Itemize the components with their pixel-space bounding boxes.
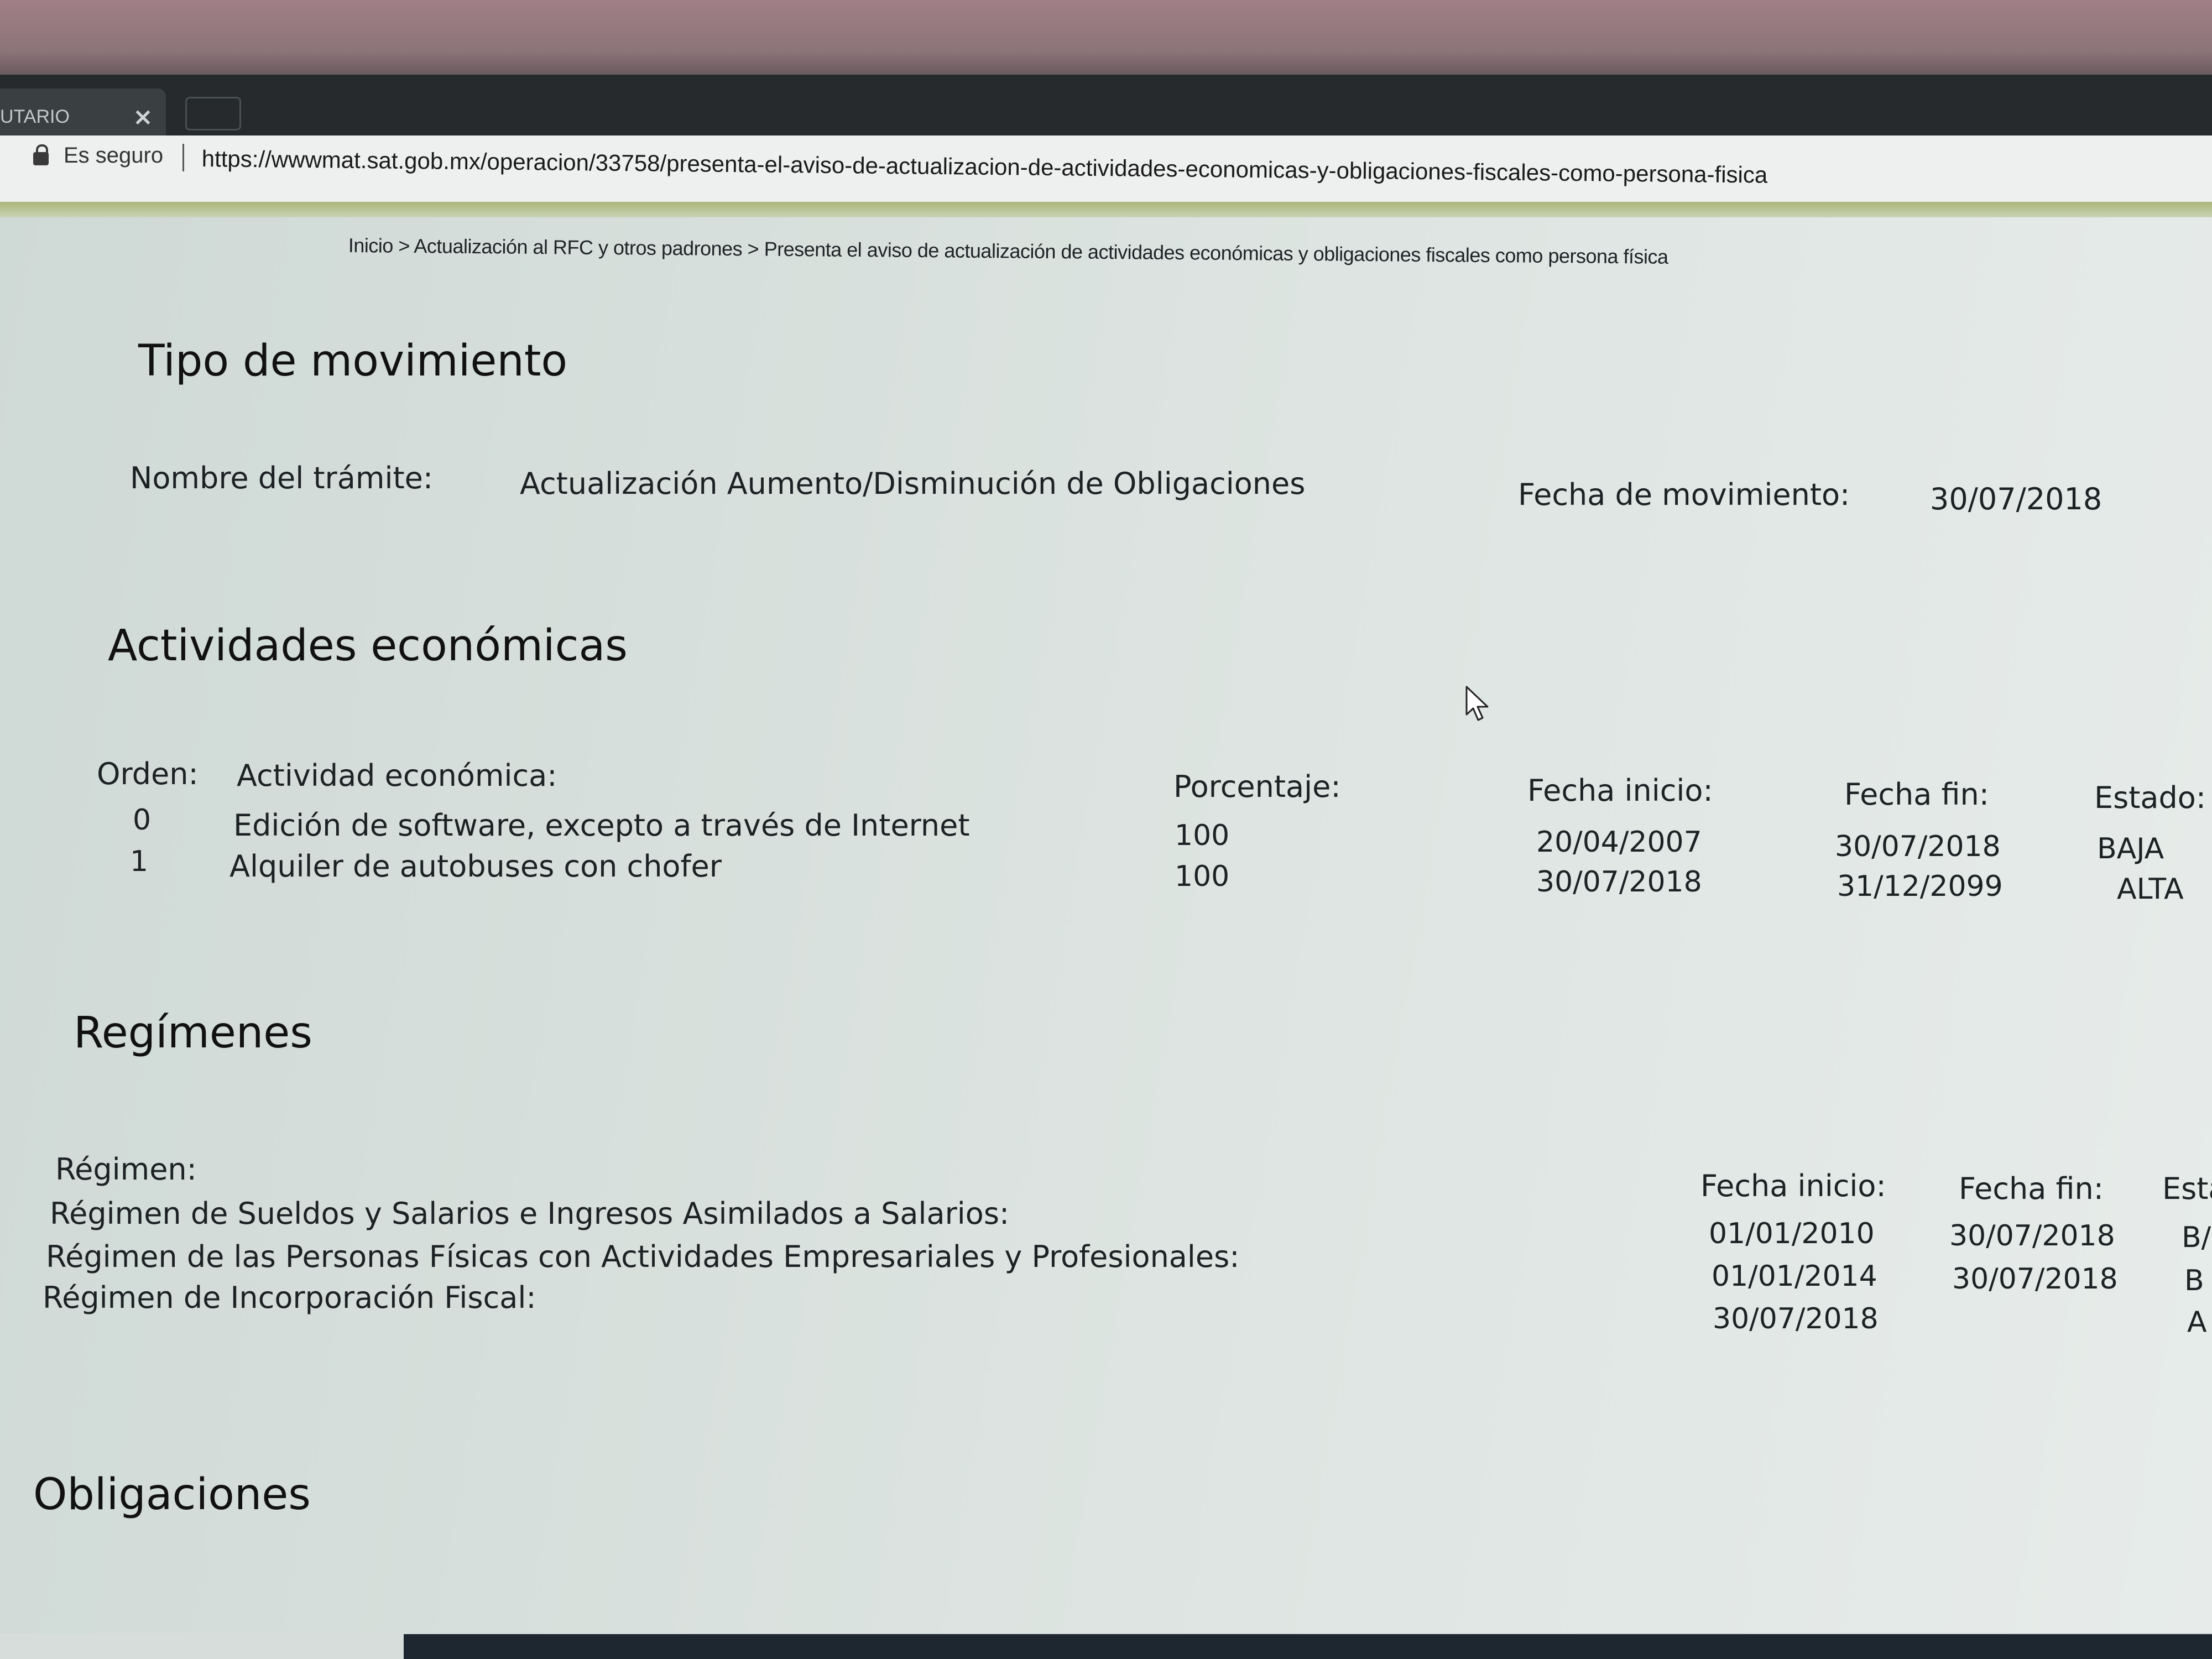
actividad-nombre: Alquiler de autobuses con chofer <box>229 849 722 884</box>
address-divider <box>182 144 184 171</box>
section-title-regimenes: Regímenes <box>74 1008 312 1058</box>
tramite-value: Actualización Aumento/Disminución de Obl… <box>520 466 1306 501</box>
actividad-orden: 0 <box>133 804 152 837</box>
col-header-regimen-fecha-inicio: Fecha inicio: <box>1700 1168 1886 1203</box>
lock-icon <box>33 144 49 165</box>
address-bar[interactable]: Es seguro https://wwwmat.sat.gob.mx/oper… <box>0 135 2212 204</box>
section-title-obligaciones: Obligaciones <box>33 1470 311 1520</box>
col-header-actividad: Actividad económica: <box>237 758 557 793</box>
breadcrumb[interactable]: Inicio > Actualización al RFC y otros pa… <box>348 234 1668 269</box>
actividad-nombre: Edición de software, excepto a través de… <box>233 808 970 843</box>
col-header-porcentaje: Porcentaje: <box>1173 769 1341 804</box>
regimen-nombre: Régimen de las Personas Físicas con Acti… <box>46 1239 1240 1274</box>
fecha-movimiento-value: 30/07/2018 <box>1930 482 2103 517</box>
tramite-label: Nombre del trámite: <box>130 461 434 495</box>
col-header-regimen-fecha-fin: Fecha fin: <box>1959 1171 2104 1206</box>
col-header-orden: Orden: <box>97 757 199 791</box>
regimen-estado: B/ <box>2182 1221 2211 1254</box>
regimen-nombre: Régimen de Incorporación Fiscal: <box>43 1280 536 1315</box>
actividad-fecha-fin: 30/07/2018 <box>1835 830 2001 863</box>
regimen-estado: A <box>2187 1306 2207 1339</box>
tab-title: UTARIO <box>0 106 70 127</box>
section-title-actividades: Actividades económicas <box>108 621 628 671</box>
regimen-estado: B <box>2184 1264 2204 1297</box>
col-header-regimen-estado: Esta <box>2162 1171 2212 1206</box>
section-title-movimiento: Tipo de movimiento <box>138 336 568 386</box>
col-header-fecha-fin: Fecha fin: <box>1844 777 1989 812</box>
regimen-nombre: Régimen de Sueldos y Salarios e Ingresos… <box>50 1196 1010 1231</box>
regimen-fecha-fin: 30/07/2018 <box>1949 1219 2115 1253</box>
col-header-regimen: Régimen: <box>55 1152 197 1187</box>
actividad-estado: ALTA <box>2117 873 2184 906</box>
col-header-fecha-inicio: Fecha inicio: <box>1527 773 1713 808</box>
fecha-movimiento-label: Fecha de movimiento: <box>1518 477 1850 512</box>
regimen-fecha-inicio: 01/01/2014 <box>1712 1260 1877 1293</box>
regimen-fecha-inicio: 30/07/2018 <box>1713 1302 1879 1335</box>
site-header-strip <box>0 202 2212 217</box>
actividad-fecha-inicio: 20/04/2007 <box>1536 826 1702 859</box>
regimen-fecha-inicio: 01/01/2010 <box>1709 1217 1875 1250</box>
security-label: Es seguro <box>64 143 164 168</box>
regimen-fecha-fin: 30/07/2018 <box>1952 1262 2118 1296</box>
col-header-estado: Estado: <box>2094 780 2206 815</box>
url-text[interactable]: https://wwwmat.sat.gob.mx/operacion/3375… <box>201 145 1768 189</box>
page-content: Inicio > Actualización al RFC y otros pa… <box>0 217 2212 1633</box>
actividad-porcentaje: 100 <box>1175 819 1230 852</box>
monitor-bezel <box>0 0 2212 86</box>
tab-close-icon[interactable]: × <box>133 103 153 131</box>
mouse-cursor-icon <box>1465 686 1489 721</box>
actividad-fecha-fin: 31/12/2099 <box>1837 870 2003 903</box>
os-taskbar <box>404 1634 2212 1659</box>
actividad-porcentaje: 100 <box>1175 860 1230 893</box>
new-tab-button[interactable] <box>185 97 241 131</box>
actividad-estado: BAJA <box>2097 832 2164 865</box>
actividad-orden: 1 <box>130 845 149 878</box>
actividad-fecha-inicio: 30/07/2018 <box>1536 865 1702 899</box>
